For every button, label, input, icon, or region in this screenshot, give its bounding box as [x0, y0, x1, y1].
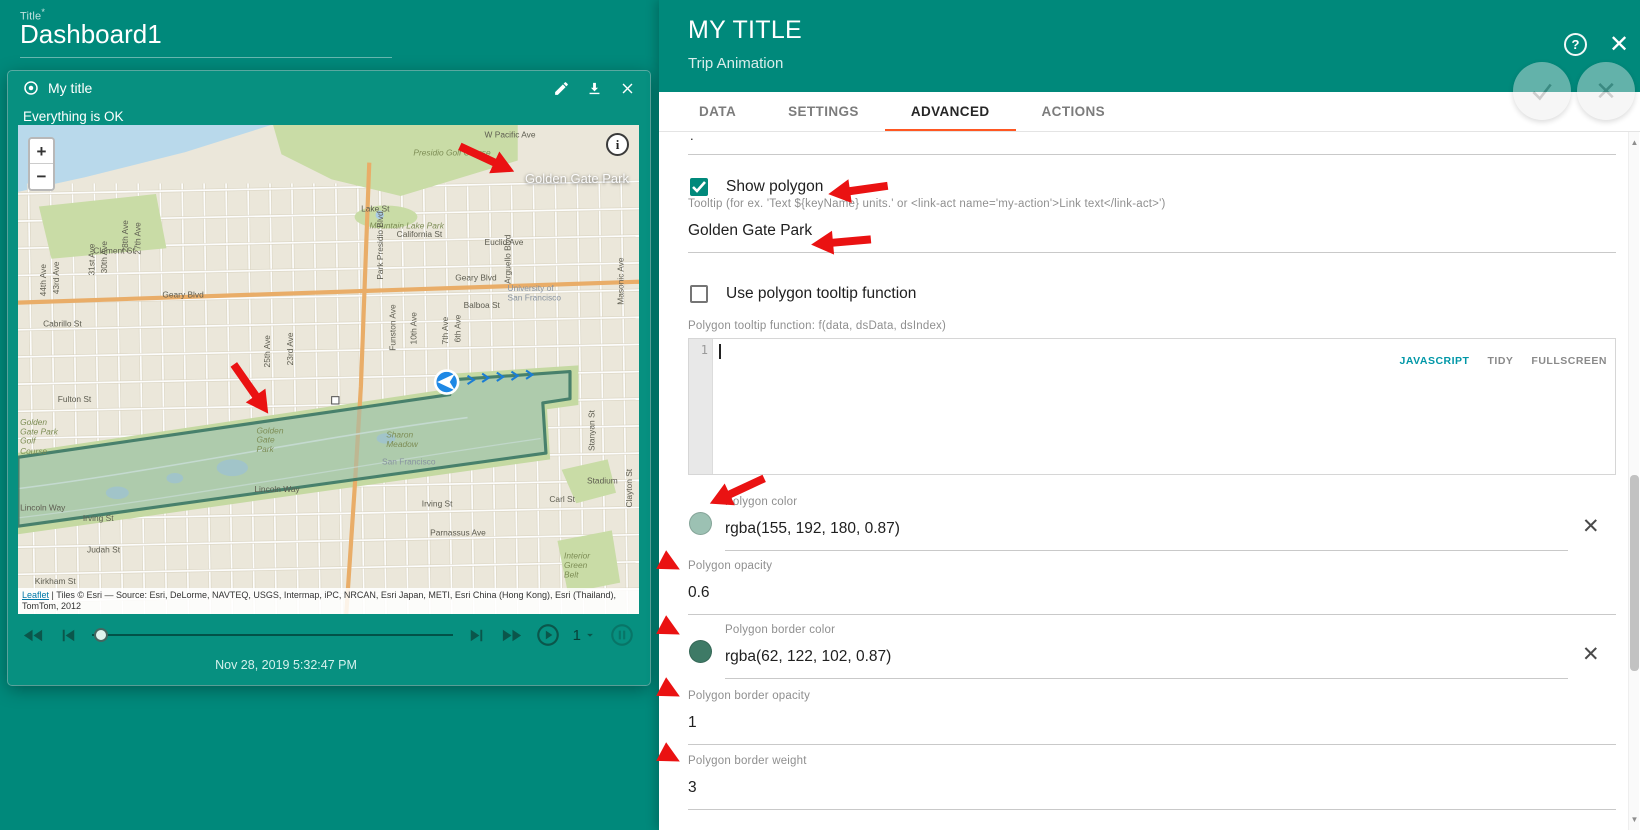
- editor-tidy-button[interactable]: TIDY: [1487, 355, 1513, 367]
- time-slider[interactable]: [92, 623, 453, 647]
- dialog-header: MY TITLE Trip Animation ? ✕: [659, 0, 1640, 92]
- tooltip-function-label-row: Polygon tooltip function: f(data, dsData…: [688, 320, 1616, 332]
- help-icon[interactable]: ?: [1564, 33, 1587, 56]
- polygon-color-input[interactable]: rgba(155, 192, 180, 0.87): [725, 508, 1568, 551]
- use-tooltip-function-checkbox[interactable]: [690, 285, 708, 303]
- polygon-border-color-input[interactable]: rgba(62, 122, 102, 0.87): [725, 636, 1568, 679]
- map-canvas: [18, 125, 639, 614]
- widget-header: My title: [8, 71, 650, 105]
- editor-caret: [719, 344, 721, 359]
- leaflet-link[interactable]: Leaflet: [22, 590, 49, 600]
- polygon-border-opacity-label: Polygon border opacity: [688, 690, 811, 702]
- widget-title: My title: [48, 80, 93, 96]
- editor-language-button[interactable]: JAVASCRIPT: [1400, 355, 1470, 367]
- check-icon: [1532, 83, 1552, 101]
- dropdown-caret-icon: [587, 633, 593, 637]
- target-icon: [24, 81, 38, 95]
- code-editor[interactable]: 1 JAVASCRIPT TIDY FULLSCREEN: [688, 338, 1616, 475]
- polygon-border-weight-label: Polygon border weight: [688, 755, 807, 767]
- tooltip-field: Tooltip (for ex. 'Text ${keyName} units.…: [688, 198, 1616, 253]
- tooltip-field-label: Tooltip (for ex. 'Text ${keyName} units.…: [688, 198, 1166, 210]
- scroll-down-icon[interactable]: ▼: [1629, 815, 1640, 824]
- slider-track: [92, 634, 453, 636]
- fast-forward-button[interactable]: [500, 624, 523, 647]
- scroll-up-icon[interactable]: ▲: [1629, 138, 1640, 147]
- tooltip-function-label: Polygon tooltip function: f(data, dsData…: [688, 320, 947, 332]
- pause-button[interactable]: [609, 622, 635, 648]
- polygon-vertex-handle: [331, 396, 340, 405]
- editor-fullscreen-button[interactable]: FULLSCREEN: [1531, 355, 1607, 367]
- previous-field-partial: .: [688, 128, 1616, 155]
- editor-gutter: 1: [689, 339, 713, 474]
- polygon-opacity-field: Polygon opacity 0.6: [688, 560, 1616, 615]
- polygon-border-color-label: Polygon border color: [725, 624, 836, 636]
- map-info-icon[interactable]: i: [606, 133, 629, 156]
- tooltip-input[interactable]: Golden Gate Park: [688, 210, 1616, 253]
- polygon-border-color-field: Polygon border color rgba(62, 122, 102, …: [688, 624, 1616, 679]
- dialog-scrollbar[interactable]: ▲ ▼: [1628, 132, 1639, 830]
- required-mark: *: [41, 7, 46, 17]
- skip-previous-button[interactable]: [57, 624, 80, 647]
- scrollbar-thumb[interactable]: [1630, 475, 1639, 671]
- polygon-color-label: Polygon color: [725, 496, 798, 508]
- app-root: Title* Dashboard1 My title Everything is…: [0, 0, 1640, 830]
- use-tooltip-function-label: Use polygon tooltip function: [726, 285, 917, 302]
- close-icon[interactable]: [619, 80, 636, 97]
- polygon-border-opacity-input[interactable]: 1: [688, 702, 1616, 745]
- slider-knob[interactable]: [94, 628, 108, 642]
- line-number: 1: [700, 343, 708, 357]
- polygon-color-field: Polygon color rgba(155, 192, 180, 0.87) …: [688, 496, 1616, 551]
- download-icon[interactable]: [586, 80, 603, 97]
- polygon-border-weight-input[interactable]: 3: [688, 767, 1616, 810]
- speed-select[interactable]: 1: [573, 627, 597, 644]
- close-icon: ✕: [1595, 75, 1617, 106]
- widget-status-text: Everything is OK: [23, 109, 124, 124]
- skip-next-button[interactable]: [465, 624, 488, 647]
- tab-advanced[interactable]: ADVANCED: [884, 92, 1016, 131]
- player-timestamp: Nov 28, 2019 5:32:47 PM: [215, 658, 357, 672]
- leaflet-map[interactable]: W Pacific Ave Presidio Golf Course Mountai…: [18, 125, 639, 614]
- play-button[interactable]: [535, 622, 561, 648]
- widget-settings-dialog: MY TITLE Trip Animation ? ✕ ✕ DATA SETTI…: [659, 0, 1640, 830]
- polygon-color-swatch[interactable]: [689, 512, 712, 535]
- zoom-out-button[interactable]: −: [30, 164, 53, 189]
- clear-polygon-border-color-icon[interactable]: ✕: [1582, 642, 1600, 667]
- map-widget: My title Everything is OK W Pacific Ave …: [8, 71, 650, 685]
- polygon-opacity-input[interactable]: 0.6: [688, 572, 1616, 615]
- trip-player-controls: 1 Nov 28, 2019 5:32:47 PM: [18, 620, 639, 680]
- dialog-close-icon[interactable]: ✕: [1605, 30, 1633, 59]
- cancel-fab-button[interactable]: ✕: [1577, 62, 1635, 120]
- dashboard-title-input[interactable]: Dashboard1: [20, 19, 392, 58]
- speed-value: 1: [572, 626, 581, 644]
- polygon-border-weight-field: Polygon border weight 3: [688, 755, 1616, 810]
- polygon-opacity-label: Polygon opacity: [688, 560, 773, 572]
- attribution-text: | Tiles © Esri — Source: Esri, DeLorme, …: [22, 589, 616, 611]
- dashboard-panel: Title* Dashboard1 My title Everything is…: [0, 0, 659, 830]
- dialog-tabs: DATA SETTINGS ADVANCED ACTIONS: [659, 92, 1640, 132]
- use-tooltip-function-row: Use polygon tooltip function: [690, 285, 916, 303]
- clear-polygon-color-icon[interactable]: ✕: [1582, 514, 1600, 539]
- dialog-title: MY TITLE: [688, 16, 803, 44]
- previous-field-value[interactable]: .: [688, 128, 1616, 155]
- edit-icon[interactable]: [553, 80, 570, 97]
- map-attribution: Leaflet | Tiles © Esri — Source: Esri, D…: [18, 587, 639, 614]
- polygon-border-opacity-field: Polygon border opacity 1: [688, 690, 1616, 745]
- tab-actions[interactable]: ACTIONS: [1016, 92, 1132, 131]
- show-polygon-checkbox[interactable]: [690, 178, 708, 196]
- map-zoom-control: + −: [28, 137, 55, 191]
- show-polygon-label: Show polygon: [726, 178, 824, 195]
- dialog-subtitle: Trip Animation: [688, 55, 784, 72]
- apply-fab-button[interactable]: [1513, 62, 1571, 120]
- zoom-in-button[interactable]: +: [30, 139, 53, 164]
- tab-settings[interactable]: SETTINGS: [762, 92, 885, 131]
- polygon-border-color-swatch[interactable]: [689, 640, 712, 663]
- show-polygon-row: Show polygon: [690, 178, 823, 196]
- tab-data[interactable]: DATA: [673, 92, 762, 131]
- map-polygon-tooltip: Golden Gate Park: [524, 171, 629, 186]
- fast-rewind-button[interactable]: [22, 624, 45, 647]
